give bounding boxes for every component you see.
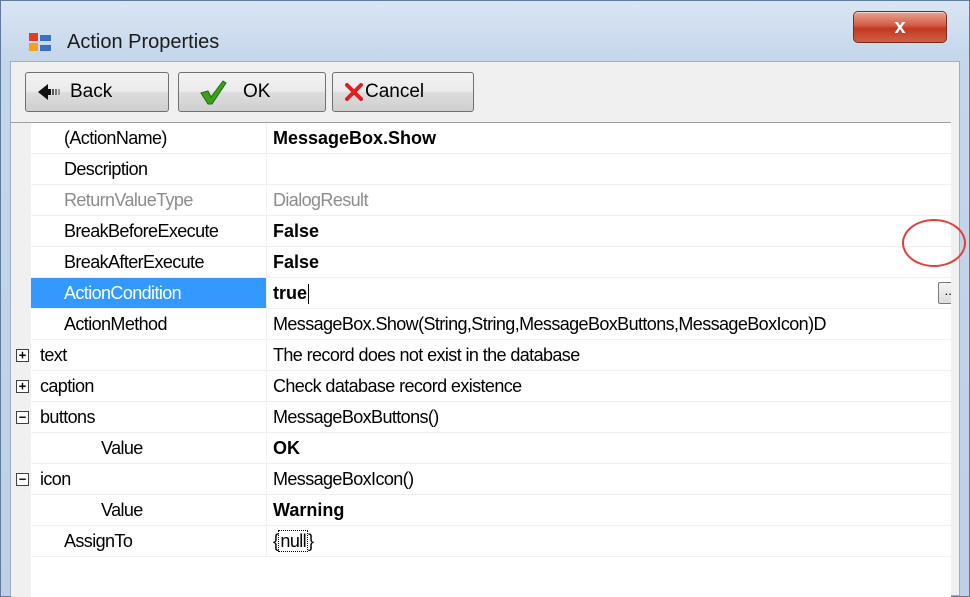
property-value[interactable]: Warning xyxy=(267,495,951,526)
property-value[interactable]: MessageBox.Show xyxy=(267,123,951,154)
property-row-actionname[interactable]: (ActionName) MessageBox.Show xyxy=(11,123,951,154)
property-name: text xyxy=(31,340,267,371)
property-row-breakbeforeexecute[interactable]: BreakBeforeExecute False xyxy=(11,216,951,247)
cancel-button[interactable]: Cancel xyxy=(332,72,474,112)
property-name: BreakBeforeExecute xyxy=(31,216,267,247)
property-row-returnvaluetype[interactable]: ReturnValueType DialogResult xyxy=(11,185,951,216)
back-button[interactable]: Back xyxy=(25,72,169,112)
property-value: DialogResult xyxy=(267,185,951,216)
ok-label: OK xyxy=(243,81,271,102)
text-caret xyxy=(308,284,310,305)
toolbar: Back OK Cancel xyxy=(11,62,959,122)
ellipsis-button[interactable]: ... xyxy=(938,282,951,304)
property-grid[interactable]: (ActionName) MessageBox.Show Description… xyxy=(11,122,951,597)
property-row-buttons[interactable]: − buttons MessageBoxButtons() xyxy=(11,402,951,433)
expand-icon[interactable]: + xyxy=(16,380,29,393)
property-row-text[interactable]: + text The record does not exist in the … xyxy=(11,340,951,371)
property-name: ActionCondition xyxy=(31,278,267,309)
property-name: icon xyxy=(31,464,267,495)
highlight-annotation-circle xyxy=(902,219,966,267)
window-title: Action Properties xyxy=(67,31,220,53)
property-name: ActionMethod xyxy=(31,309,267,340)
close-button[interactable]: x xyxy=(853,11,947,43)
property-value[interactable]: False xyxy=(267,247,951,278)
property-name: (ActionName) xyxy=(31,123,267,154)
property-row-icon-value[interactable]: Value Warning xyxy=(11,495,951,526)
property-name: buttons xyxy=(31,402,267,433)
green-check-icon xyxy=(199,79,227,105)
property-name: ReturnValueType xyxy=(31,185,267,216)
property-name: Value xyxy=(31,495,267,526)
ok-button[interactable]: OK xyxy=(178,72,326,112)
property-value[interactable]: MessageBoxButtons() xyxy=(267,402,951,433)
red-x-icon xyxy=(345,83,363,101)
property-row-assignto[interactable]: AssignTo {null} xyxy=(11,526,951,557)
property-value[interactable]: MessageBoxIcon() xyxy=(267,464,951,495)
property-value[interactable] xyxy=(267,154,951,185)
property-value[interactable]: The record does not exist in the databas… xyxy=(267,340,951,371)
collapse-icon[interactable]: − xyxy=(16,473,29,486)
property-value[interactable]: OK xyxy=(267,433,951,464)
property-row-breakafterexecute[interactable]: BreakAfterExecute False xyxy=(11,247,951,278)
cancel-label: Cancel xyxy=(365,81,425,102)
back-label: Back xyxy=(70,81,113,102)
property-value-editor[interactable]: true xyxy=(267,278,951,309)
property-grid-icon xyxy=(29,33,51,51)
property-row-buttons-value[interactable]: Value OK xyxy=(11,433,951,464)
collapse-icon[interactable]: − xyxy=(16,411,29,424)
grid-empty-area xyxy=(11,557,951,597)
property-name: caption xyxy=(31,371,267,402)
property-value[interactable]: MessageBox.Show(String,String,MessageBox… xyxy=(267,309,951,340)
property-value[interactable]: {null} xyxy=(267,526,951,557)
property-row-caption[interactable]: + caption Check database record existenc… xyxy=(11,371,951,402)
property-value[interactable]: False xyxy=(267,216,951,247)
brace-close: } xyxy=(308,531,314,551)
property-row-actioncondition[interactable]: ActionCondition true ... xyxy=(11,278,951,309)
property-row-actionmethod[interactable]: ActionMethod MessageBox.Show(String,Stri… xyxy=(11,309,951,340)
client-area: Back OK Cancel (ActionName) MessageBox.S… xyxy=(10,61,960,597)
property-row-icon[interactable]: − icon MessageBoxIcon() xyxy=(11,464,951,495)
property-value[interactable]: Check database record existence xyxy=(267,371,951,402)
property-name: BreakAfterExecute xyxy=(31,247,267,278)
title-bar[interactable]: Action Properties x xyxy=(1,1,969,59)
property-value-text: true xyxy=(273,283,308,303)
property-name: Description xyxy=(31,154,267,185)
property-name: Value xyxy=(31,433,267,464)
back-arrow-icon xyxy=(38,83,62,101)
null-value: null xyxy=(278,530,309,552)
expand-icon[interactable]: + xyxy=(16,349,29,362)
close-icon: x xyxy=(894,16,906,38)
property-name: AssignTo xyxy=(31,526,267,557)
action-properties-window: Action Properties x Back OK Cancel (Acti… xyxy=(0,0,970,597)
property-row-description[interactable]: Description xyxy=(11,154,951,185)
